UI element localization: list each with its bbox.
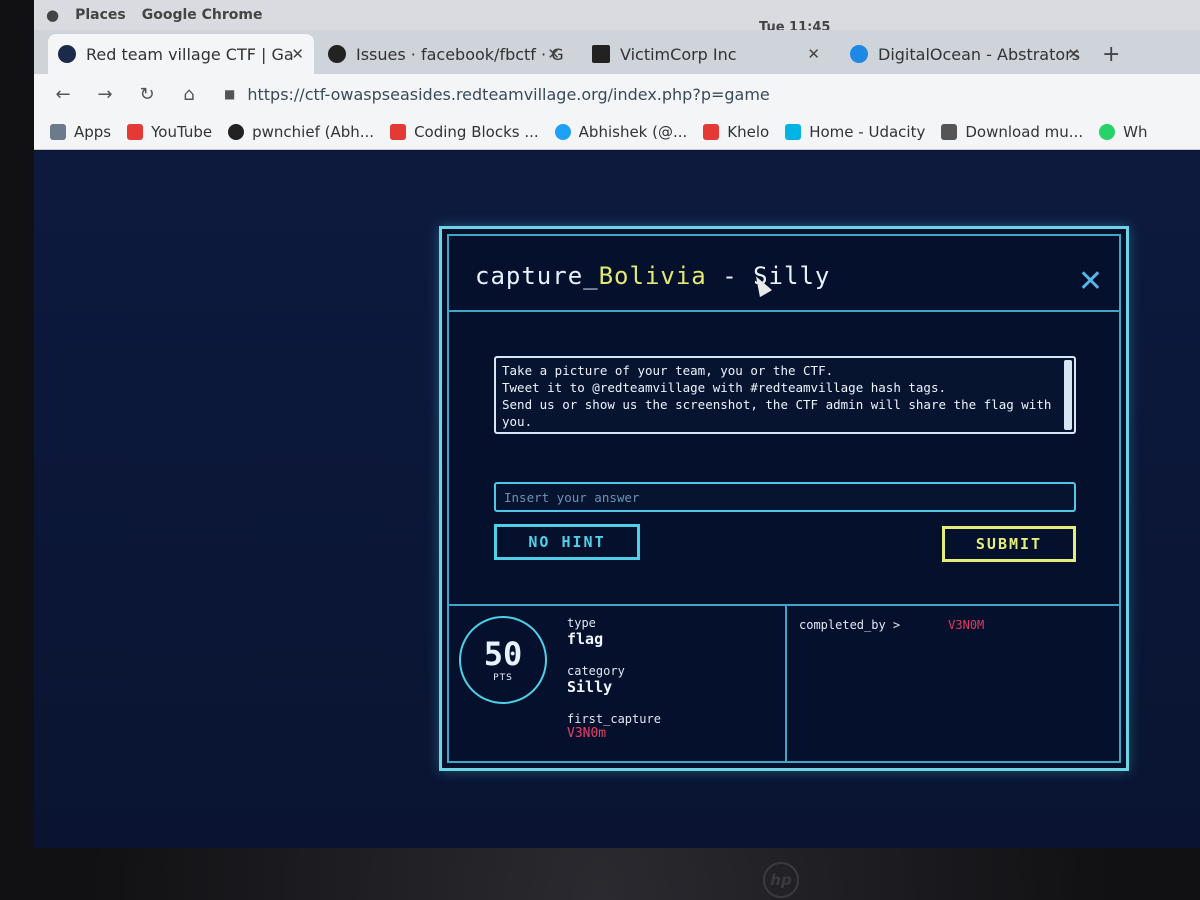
bookmark-youtube[interactable]: YouTube bbox=[127, 123, 212, 141]
bookmark-label: Home - Udacity bbox=[809, 122, 926, 141]
modal-frame: capture_Bolivia - Silly ✕ Take a picture… bbox=[447, 234, 1121, 763]
bookmark-khelo[interactable]: Khelo bbox=[703, 123, 769, 141]
tab-title: Red team village CTF | Ga bbox=[86, 44, 294, 64]
menu-places[interactable]: Places bbox=[75, 7, 126, 23]
points-badge: 50 PTS bbox=[459, 616, 547, 704]
tab-title: DigitalOcean - Abstrators bbox=[878, 44, 1081, 64]
digitalocean-icon bbox=[850, 45, 868, 63]
first-capture-field: first_capture V3N0m bbox=[567, 712, 661, 741]
bookmark-label: pwnchief (Abh... bbox=[252, 122, 375, 141]
screen: ● Places Google Chrome Tue 11:45 Red tea… bbox=[34, 0, 1200, 848]
points-label: PTS bbox=[493, 673, 513, 683]
hp-logo: hp bbox=[763, 862, 799, 898]
globe-icon bbox=[58, 45, 76, 63]
bookmark-label: Khelo bbox=[727, 122, 770, 141]
close-tab-icon[interactable]: ✕ bbox=[807, 45, 820, 63]
menu-app-name[interactable]: Google Chrome bbox=[142, 7, 263, 23]
tab-digitalocean[interactable]: DigitalOcean - Abstrators ✕ bbox=[840, 34, 1090, 74]
bookmark-label: Download mu... bbox=[965, 122, 1084, 141]
first-capture-label: first_capture bbox=[567, 712, 661, 726]
browser-toolbar: ← → ↻ ⌂ ■ https://ctf-owaspseasides.redt… bbox=[34, 74, 1200, 114]
ctf-game-page: capture_Bolivia - Silly ✕ Take a picture… bbox=[34, 151, 1200, 848]
twitter-icon bbox=[554, 123, 571, 140]
close-tab-icon[interactable]: ✕ bbox=[291, 45, 304, 63]
youtube-icon bbox=[127, 123, 144, 140]
bookmark-label: Wh bbox=[1123, 122, 1148, 141]
bookmark-apps[interactable]: Apps bbox=[50, 123, 111, 141]
github-icon bbox=[228, 123, 245, 140]
title-divider bbox=[449, 310, 1119, 312]
github-icon bbox=[328, 45, 346, 63]
challenge-description[interactable]: Take a picture of your team, you or the … bbox=[494, 356, 1076, 434]
close-icon[interactable]: ✕ bbox=[1078, 264, 1103, 299]
info-separator bbox=[785, 606, 787, 761]
apple-icon[interactable]: ● bbox=[46, 6, 59, 24]
submit-button[interactable]: SUBMIT bbox=[942, 526, 1076, 562]
new-tab-plus-icon[interactable]: + bbox=[1102, 42, 1120, 67]
bookmark-abhishek-twitter[interactable]: Abhishek (@... bbox=[554, 122, 688, 141]
tab-title: VictimCorp Inc bbox=[620, 44, 737, 64]
first-capture-value: V3N0m bbox=[567, 726, 607, 741]
title-prefix: capture_ bbox=[475, 262, 599, 290]
home-icon bbox=[592, 45, 610, 63]
points-value: 50 bbox=[483, 635, 523, 673]
download-icon bbox=[941, 123, 958, 140]
address-bar[interactable]: https://ctf-owaspseasides.redteamvillage… bbox=[247, 85, 769, 104]
description-scrollbar[interactable] bbox=[1064, 360, 1072, 430]
completed-by-label: completed_by > bbox=[799, 618, 901, 632]
bookmark-label: Apps bbox=[74, 122, 112, 141]
back-arrow-icon[interactable]: ← bbox=[50, 84, 76, 105]
category-field: category Silly bbox=[567, 664, 625, 696]
tab-victimcorp[interactable]: VictimCorp Inc ✕ bbox=[582, 34, 830, 74]
bookmark-udacity[interactable]: Home - Udacity bbox=[785, 123, 925, 141]
challenge-info-panel: 50 PTS type flag category Silly first_ca… bbox=[449, 604, 1119, 761]
bookmarks-bar: Apps YouTube pwnchief (Abh... Coding Blo… bbox=[34, 114, 1200, 150]
type-field: type flag bbox=[567, 616, 603, 648]
reload-icon[interactable]: ↻ bbox=[134, 84, 160, 105]
udacity-icon bbox=[785, 123, 802, 140]
home-icon[interactable]: ⌂ bbox=[176, 84, 202, 105]
whatsapp-icon bbox=[1099, 123, 1116, 140]
bookmark-label: YouTube bbox=[151, 122, 213, 141]
challenge-modal: capture_Bolivia - Silly ✕ Take a picture… bbox=[439, 226, 1129, 771]
bookmark-whatsapp[interactable]: Wh bbox=[1099, 123, 1147, 141]
challenge-title: capture_Bolivia - Silly bbox=[475, 262, 830, 290]
category-label: category bbox=[567, 664, 625, 678]
bookmark-label: Abhishek (@... bbox=[578, 122, 688, 141]
type-value: flag bbox=[567, 630, 604, 648]
system-menubar: ● Places Google Chrome Tue 11:45 bbox=[34, 0, 1200, 35]
close-tab-icon[interactable]: ✕ bbox=[547, 45, 560, 63]
category-value: Silly bbox=[567, 678, 613, 696]
forward-arrow-icon[interactable]: → bbox=[92, 84, 118, 105]
tab-issues-fbctf[interactable]: Issues · facebook/fbctf · G ✕ bbox=[318, 34, 570, 74]
bookmark-pwnchief[interactable]: pwnchief (Abh... bbox=[228, 123, 374, 141]
completed-by-field: completed_by > V3N0M bbox=[799, 618, 984, 632]
answer-input[interactable] bbox=[494, 482, 1076, 512]
title-country: Bolivia bbox=[598, 262, 707, 290]
bookmark-label: Coding Blocks ... bbox=[414, 122, 539, 141]
tab-red-team-village[interactable]: Red team village CTF | Ga ✕ bbox=[48, 34, 314, 74]
tab-strip: Red team village CTF | Ga ✕ Issues · fac… bbox=[34, 30, 1200, 74]
lock-icon[interactable]: ■ bbox=[224, 87, 235, 101]
bookmark-download[interactable]: Download mu... bbox=[941, 123, 1083, 141]
tab-title: Issues · facebook/fbctf · G bbox=[356, 44, 564, 64]
no-hint-button[interactable]: NO HINT bbox=[494, 524, 640, 560]
bookmark-coding-blocks[interactable]: Coding Blocks ... bbox=[390, 123, 539, 141]
coding-blocks-icon bbox=[390, 123, 407, 140]
type-label: type bbox=[567, 616, 596, 630]
apps-grid-icon bbox=[50, 123, 66, 140]
close-tab-icon[interactable]: ✕ bbox=[1067, 45, 1080, 63]
description-text: Take a picture of your team, you or the … bbox=[502, 363, 1052, 429]
khelo-icon bbox=[703, 123, 720, 140]
completed-by-value: V3N0M bbox=[948, 618, 985, 632]
